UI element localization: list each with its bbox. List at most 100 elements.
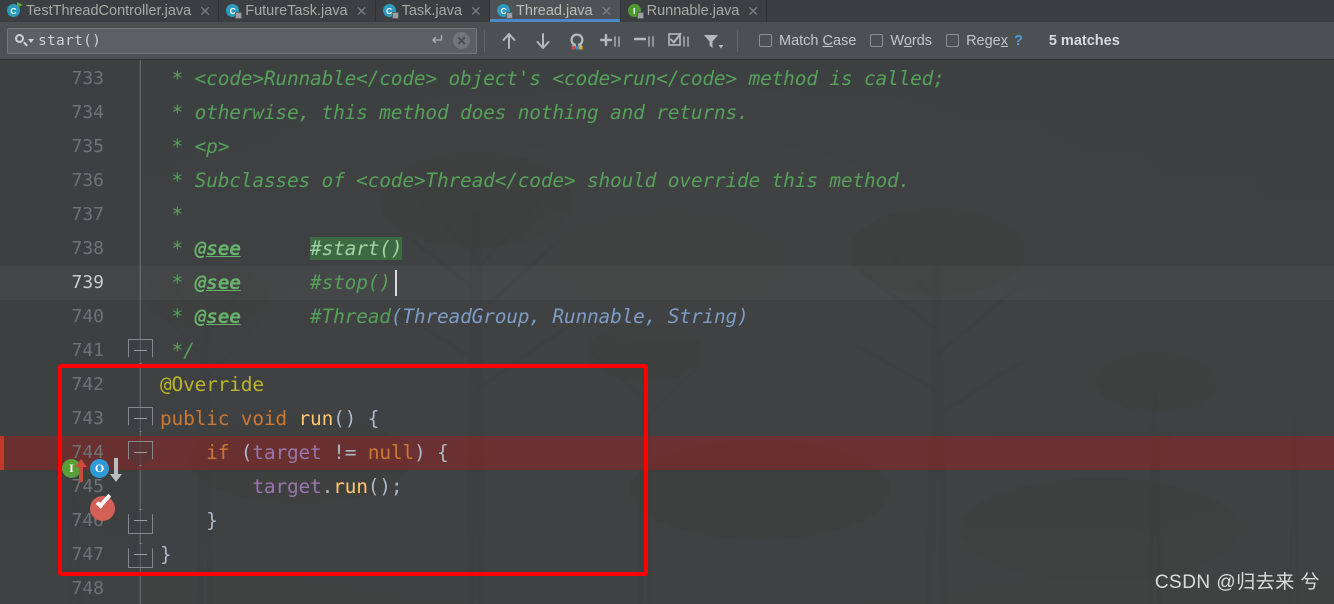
code-line-733[interactable]: 733 * <code>Runnable</code> object's <co… [0, 62, 1334, 96]
toolbar-divider-2 [737, 29, 738, 52]
add-selection-button[interactable] [594, 22, 628, 60]
search-field-container[interactable]: ↵ ✕ [7, 27, 477, 54]
code-line-737[interactable]: 737 * [0, 198, 1334, 232]
close-icon[interactable]: ✕ [747, 4, 759, 18]
checkbox-match-case[interactable] [759, 34, 772, 47]
code-line-743[interactable]: 743 public void run() { [0, 402, 1334, 436]
fold-marker-shape [128, 407, 153, 432]
select-all-lines-button[interactable] [662, 22, 696, 60]
code-line-741[interactable]: 741 */ [0, 334, 1334, 368]
find-option-words[interactable]: Words [870, 33, 932, 49]
code-text[interactable]: * <code>Runnable</code> object's <code>r… [160, 62, 945, 96]
close-icon[interactable]: ✕ [356, 4, 368, 18]
fold-marker-shape [128, 509, 153, 534]
select-all-occurrences-button[interactable] [560, 22, 594, 60]
code-line-739[interactable]: 739 * @see #stop() [0, 266, 1334, 300]
java-class-run-icon: C [7, 2, 23, 18]
close-icon[interactable]: ✕ [601, 4, 613, 18]
search-input[interactable] [36, 32, 432, 49]
token-jdtag: @see [194, 271, 241, 294]
find-next-button[interactable] [526, 22, 560, 60]
code-line-746[interactable]: 746 } [0, 504, 1334, 538]
code-text[interactable]: target.run(); [160, 470, 402, 504]
fold-marker-shape [128, 543, 153, 568]
token-jd: */ [160, 339, 195, 362]
token-jd [241, 271, 310, 294]
editor-tab-label: Runnable.java [646, 3, 740, 19]
code-editor[interactable]: 733 * <code>Runnable</code> object's <co… [0, 60, 1334, 604]
code-line-740[interactable]: 740 * @see #Thread(ThreadGroup, Runnable… [0, 300, 1334, 334]
magnifier-dropdown-icon[interactable] [14, 33, 36, 49]
fold-marker-javadoc-end[interactable] [128, 339, 153, 364]
remove-selection-button[interactable] [628, 22, 662, 60]
code-text[interactable]: */ [160, 334, 195, 368]
code-text[interactable]: * otherwise, this method does nothing an… [160, 96, 749, 130]
fold-marker-shape [128, 339, 153, 364]
editor-tab-task[interactable]: C Task.java ✕ [375, 0, 491, 22]
token-jd: * Subclasses of <code>Thread</code> shou… [160, 169, 911, 192]
editor-tab-testthreadcontroller[interactable]: C TestThreadController.java ✕ [0, 0, 220, 22]
token-fld: target [252, 441, 322, 464]
code-text[interactable]: public void run() { [160, 402, 379, 436]
fold-marker-if-end[interactable] [128, 509, 153, 534]
editor-tab-runnable[interactable]: I Runnable.java ✕ [620, 0, 768, 22]
fold-marker-column [0, 60, 153, 604]
find-options-group: Match Case Words Regex [745, 33, 1008, 49]
fold-marker-minus-icon [134, 350, 147, 351]
token-fld: target [252, 475, 322, 498]
token-mth: run [298, 407, 334, 430]
code-text[interactable]: * @see #Thread(ThreadGroup, Runnable, St… [160, 300, 749, 334]
fold-marker-method-end[interactable] [128, 543, 153, 568]
fold-marker-minus-icon [134, 520, 147, 521]
breakpoint-verified-icon[interactable] [90, 496, 115, 521]
code-line-736[interactable]: 736 * Subclasses of <code>Thread</code> … [0, 164, 1334, 198]
regex-help-link[interactable]: ? [1014, 33, 1023, 49]
code-line-744[interactable]: 744 if (target != null) { [0, 436, 1334, 470]
code-text[interactable]: } [160, 538, 172, 572]
java-class-icon: C [382, 4, 399, 19]
code-text[interactable]: * <p> [160, 130, 230, 164]
token-jdlink: (ThreadGroup, Runnable, String) [390, 305, 749, 328]
token-jd: #Thread [310, 305, 391, 328]
code-text[interactable]: * Subclasses of <code>Thread</code> shou… [160, 164, 911, 198]
code-text[interactable]: * [160, 198, 184, 232]
filter-button[interactable] [696, 22, 730, 60]
code-text[interactable]: } [160, 504, 218, 538]
find-toolbar: ↵ ✕ [0, 22, 1334, 60]
code-line-734[interactable]: 734 * otherwise, this method does nothin… [0, 96, 1334, 130]
fold-marker-method-start[interactable] [128, 407, 153, 432]
checkbox-words[interactable] [870, 34, 884, 47]
close-icon[interactable]: ✕ [470, 4, 482, 18]
code-text[interactable]: * @see #stop() [160, 266, 391, 300]
find-option-match-case[interactable]: Match Case [759, 33, 856, 49]
fold-marker-if-start[interactable] [128, 441, 153, 466]
close-icon[interactable]: ✕ [199, 4, 211, 18]
enter-icon[interactable]: ↵ [432, 32, 445, 49]
code-line-735[interactable]: 735 * <p> [0, 130, 1334, 164]
code-line-748[interactable]: 748 [0, 572, 1334, 604]
find-previous-button[interactable] [492, 22, 526, 60]
code-line-742[interactable]: 742 @Override [0, 368, 1334, 402]
code-line-738[interactable]: 738 * @see #start() [0, 232, 1334, 266]
token-pl: } [160, 509, 218, 532]
clear-search-icon[interactable]: ✕ [453, 32, 470, 49]
code-line-745[interactable]: 745 target.run(); [0, 470, 1334, 504]
code-text[interactable]: * @see #start() [160, 232, 403, 266]
code-line-747[interactable]: 747} [0, 538, 1334, 572]
find-option-label: Words [890, 32, 933, 49]
editor-tab-thread[interactable]: C Thread.java ✕ [490, 0, 621, 22]
checkbox-regex[interactable] [946, 34, 960, 47]
token-pl: ( [229, 441, 253, 464]
find-option-regex[interactable]: Regex [946, 33, 1008, 49]
overriding-method-icon[interactable]: O [90, 459, 109, 478]
token-jd [241, 305, 310, 328]
code-text[interactable]: if (target != null) { [160, 436, 449, 470]
fold-marker-minus-icon [134, 452, 147, 453]
token-kw: null [367, 441, 414, 464]
code-text[interactable]: @Override [160, 368, 264, 402]
implementing-method-arrow-up-icon [75, 459, 87, 482]
editor-tab-futuretask[interactable]: C FutureTask.java ✕ [219, 0, 376, 22]
token-pl: != [321, 441, 368, 464]
